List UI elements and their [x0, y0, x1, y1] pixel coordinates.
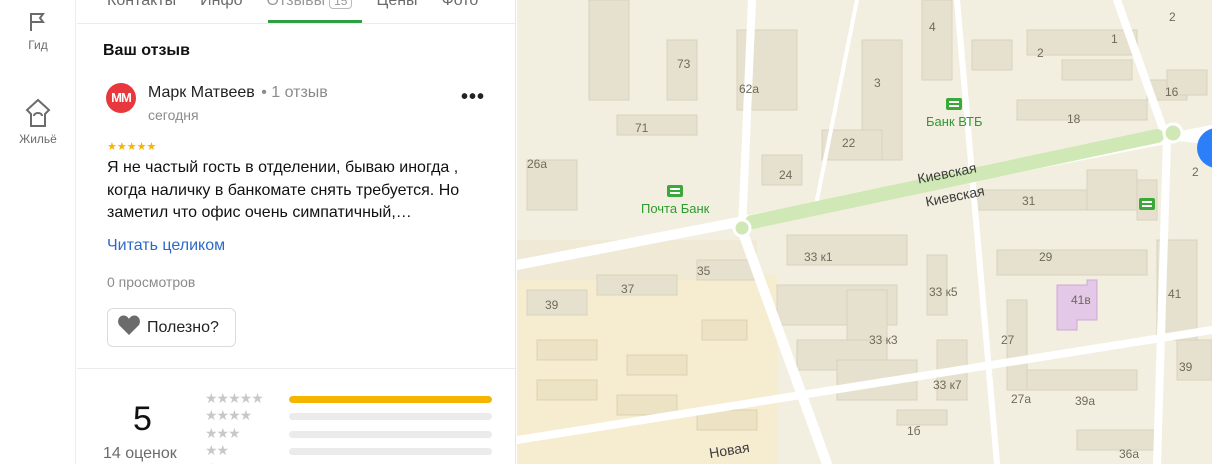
house-number: 18 — [1067, 112, 1081, 126]
tabs-divider — [77, 23, 515, 24]
more-options-button[interactable]: ••• — [461, 86, 485, 109]
review-rating-stars: ★★★★★ — [107, 141, 157, 153]
distribution-stars: ★ — [205, 460, 285, 464]
house-number: 33 к7 — [933, 378, 962, 392]
review-text: Я не частый гость в отделении, бываю ино… — [107, 159, 460, 221]
house-number: 27 — [1001, 333, 1015, 347]
house-number: 29 — [1039, 250, 1053, 264]
poi-label: Банк ВТБ — [926, 114, 983, 129]
house-number: 39 — [1179, 360, 1193, 374]
left-rail: Гид Жильё — [0, 0, 76, 464]
distribution-bar-fill — [289, 396, 492, 403]
distribution-stars: ★★★★ — [205, 407, 252, 423]
bank-icon — [1139, 198, 1155, 210]
rating-distribution-row: ★★ — [205, 442, 495, 460]
flag-icon — [0, 10, 76, 34]
house-number: 3 — [874, 76, 881, 90]
tabs-bar: Контакты Инфо Отзывы 15 Цены Фото — [107, 0, 478, 20]
house-number: 27а — [1011, 392, 1032, 406]
tab-count-badge: 15 — [329, 0, 353, 9]
rail-item-label: Жильё — [19, 132, 57, 146]
tab-label: Отзывы — [266, 0, 326, 9]
rating-distribution-row: ★ — [205, 460, 495, 464]
distribution-stars: ★★ — [205, 442, 229, 458]
ratings-count: 14 оценок — [103, 445, 177, 462]
rail-item-housing[interactable]: Жильё — [0, 96, 76, 146]
place-panel: Контакты Инфо Отзывы 15 Цены Фото Ваш отз… — [77, 0, 516, 464]
useful-label: Полезно? — [147, 318, 219, 336]
tab-contacts[interactable]: Контакты — [107, 0, 176, 20]
house-number: 2 — [1192, 165, 1199, 179]
tab-info[interactable]: Инфо — [200, 0, 242, 20]
tab-photos[interactable]: Фото — [442, 0, 479, 20]
rating-distribution-row: ★★★★★ — [205, 390, 495, 408]
distribution-stars: ★★★★★ — [205, 390, 264, 406]
house-number: 62а — [739, 82, 760, 96]
house-number: 1 — [1111, 32, 1118, 46]
rating-distribution-row: ★★★★ — [205, 407, 495, 425]
poi-pochta-bank[interactable]: Почта Банк — [641, 185, 709, 216]
house-number: 39 — [545, 298, 559, 312]
tab-reviews[interactable]: Отзывы 15 — [267, 0, 353, 20]
review-date: сегодня — [148, 107, 199, 123]
house-number: 1б — [907, 424, 921, 438]
distribution-bar — [289, 396, 492, 403]
section-title: Ваш отзыв — [103, 42, 190, 59]
house-number: 39а — [1075, 394, 1096, 408]
house-number: 35 — [697, 264, 711, 278]
distribution-bar — [289, 431, 492, 438]
house-icon — [0, 96, 76, 128]
rating-distribution-row: ★★★ — [205, 425, 495, 443]
house-number: 2 — [1037, 46, 1044, 60]
house-number: 33 к5 — [929, 285, 958, 299]
active-tab-indicator — [268, 20, 362, 23]
read-more-link[interactable]: Читать целиком — [107, 237, 225, 255]
house-number: 36а — [1119, 447, 1140, 461]
map[interactable]: 73 62а 3 4 2 1 2 16 18 22 71 26а 24 31 2… — [517, 0, 1212, 464]
house-number: 16 — [1165, 85, 1179, 99]
house-number: 26а — [527, 157, 548, 171]
section-divider — [77, 368, 515, 369]
avatar[interactable]: ММ — [106, 83, 136, 113]
distribution-stars: ★★★ — [205, 425, 241, 441]
poi-vtb-bank[interactable]: Банк ВТБ — [926, 98, 983, 129]
house-number: 22 — [842, 136, 856, 150]
distribution-bar — [289, 413, 492, 420]
house-number: 33 к1 — [804, 250, 833, 264]
useful-button[interactable]: Полезно? — [107, 308, 236, 347]
house-number: 71 — [635, 121, 649, 135]
rating-value: 5 — [133, 400, 152, 438]
house-number: 31 — [1022, 194, 1036, 208]
author-name[interactable]: Марк Матвеев — [148, 84, 255, 101]
house-number: 24 — [779, 168, 793, 182]
review-author[interactable]: Марк Матвеев • 1 отзыв — [148, 84, 328, 102]
house-number: 73 — [677, 57, 691, 71]
rail-item-guide[interactable]: Гид — [0, 10, 76, 52]
house-number: 41в — [1071, 293, 1091, 307]
heart-icon — [117, 314, 141, 341]
house-number: 41 — [1168, 287, 1182, 301]
views-count: 0 просмотров — [107, 274, 196, 290]
author-review-count: • 1 отзыв — [261, 84, 328, 101]
poi-bank[interactable] — [1139, 198, 1155, 210]
map-canvas — [517, 0, 1212, 464]
bank-icon — [667, 185, 684, 197]
distribution-bar — [289, 448, 492, 455]
tab-prices[interactable]: Цены — [376, 0, 417, 20]
house-number: 33 к3 — [869, 333, 898, 347]
house-number: 4 — [929, 20, 936, 34]
rail-item-label: Гид — [28, 38, 48, 52]
house-number: 2 — [1169, 10, 1176, 24]
house-number: 37 — [621, 282, 635, 296]
bank-icon — [946, 98, 963, 110]
poi-label: Почта Банк — [641, 201, 710, 216]
